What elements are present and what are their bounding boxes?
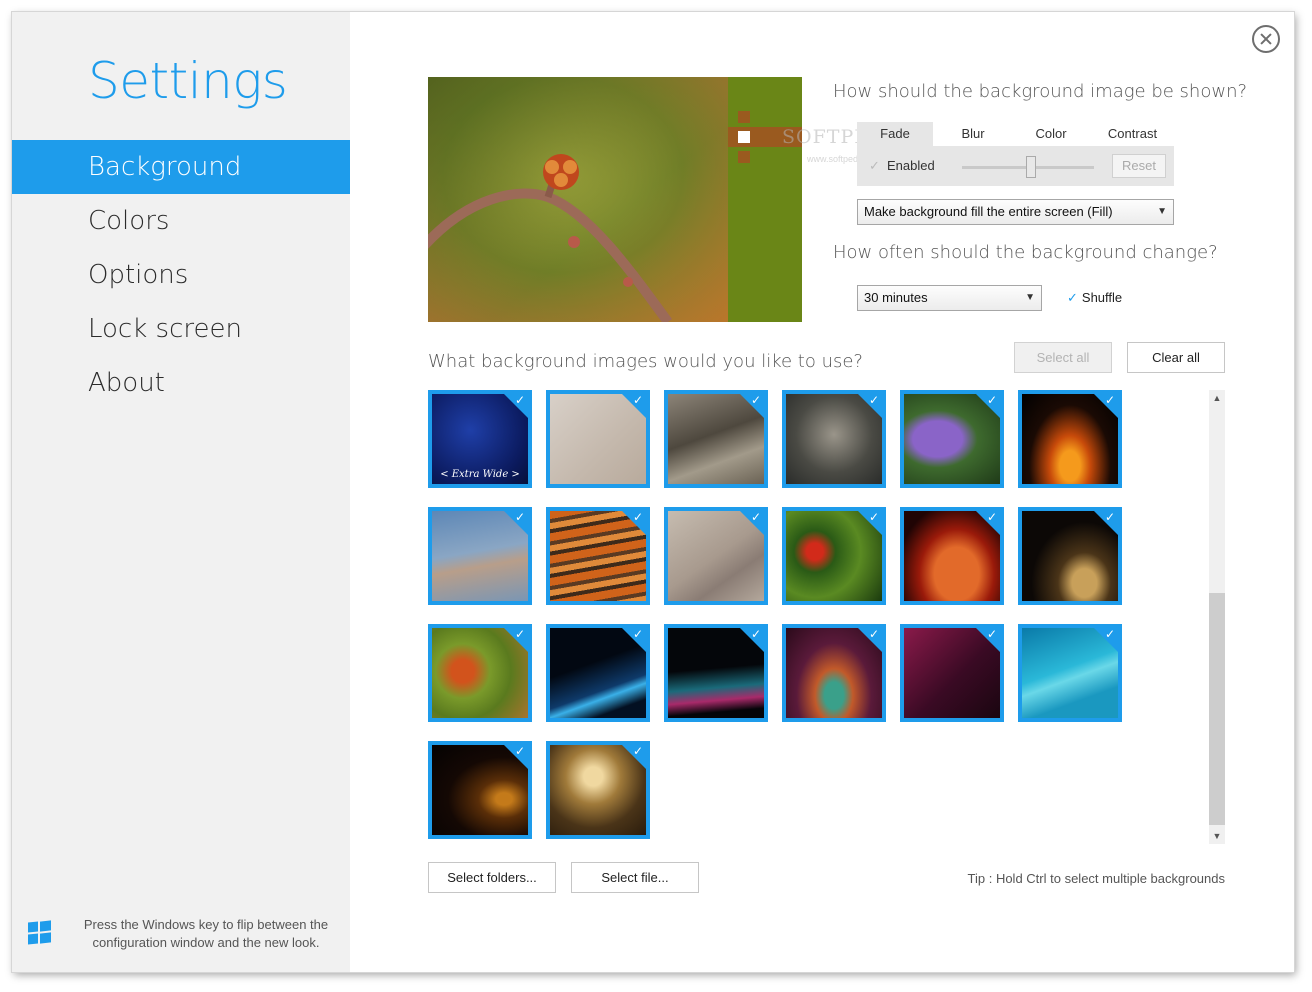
tab-contrast[interactable]: Contrast [1091,122,1174,146]
chevron-down-icon: ▼ [1025,292,1035,303]
settings-window: Settings Background Colors Options Lock … [12,12,1294,972]
fill-mode-value: Make background fill the entire screen (… [864,204,1113,219]
check-icon: ✓ [750,510,761,524]
check-icon: ✓ [986,627,997,641]
check-icon: ✓ [514,393,525,407]
thumbnail[interactable]: ✓ [664,390,768,488]
thumbnail[interactable]: ✓ [664,624,768,722]
check-icon: ✓ [868,627,879,641]
shuffle-label: Shuffle [1081,290,1123,305]
effect-tabs: Fade Blur Color Contrast ✓ Enabled Reset [857,122,1174,186]
select-file-button[interactable]: Select file... [571,862,699,893]
question-how-shown: How should the background image be shown… [833,81,1248,102]
enabled-checkbox[interactable]: ✓ Enabled [869,158,935,174]
enabled-label: Enabled [887,158,935,173]
check-icon: ✓ [1067,290,1078,305]
scroll-up-icon[interactable]: ▲ [1209,390,1225,406]
select-folders-button[interactable]: Select folders... [428,862,556,893]
sidebar-item-about[interactable]: About [12,356,350,410]
thumbnail[interactable]: ✓ [428,507,532,605]
check-icon: ✓ [1104,510,1115,524]
check-icon: ✓ [868,393,879,407]
thumbnail[interactable]: ✓ [546,507,650,605]
thumbnail[interactable]: ✓ [546,390,650,488]
preview-color-panel [728,77,802,322]
thumbnail[interactable]: ✓ [900,624,1004,722]
interval-select[interactable]: 30 minutes ▼ [857,285,1042,311]
check-icon: ✓ [514,627,525,641]
grid-scrollbar[interactable]: ▲ ▼ [1209,390,1225,844]
hint-text: Press the Windows key to flip between th… [83,917,329,950]
check-icon: ✓ [750,393,761,407]
check-icon: ✓ [632,393,643,407]
check-icon: ✓ [986,393,997,407]
thumbnail[interactable]: < Extra Wide > ✓ [428,390,532,488]
tab-color[interactable]: Color [1013,122,1089,146]
thumbnail[interactable]: ✓ [664,507,768,605]
clear-all-button[interactable]: Clear all [1127,342,1225,373]
thumbnail-caption: < Extra Wide > [440,469,520,480]
background-preview [428,77,802,322]
thumbnail[interactable]: ✓ [546,741,650,839]
sidebar-item-lock-screen[interactable]: Lock screen [12,302,350,356]
reset-button[interactable]: Reset [1112,154,1166,178]
thumbnail[interactable]: ✓ [1018,624,1122,722]
thumbnail[interactable]: ✓ [546,624,650,722]
thumbnail[interactable]: ✓ [782,624,886,722]
close-button[interactable] [1252,25,1280,53]
preview-swatch-white [738,131,750,143]
check-icon: ✓ [869,158,880,173]
select-all-button[interactable]: Select all [1014,342,1112,373]
preview-swatch [738,111,750,123]
thumbnail[interactable]: ✓ [782,507,886,605]
thumbnail[interactable]: ✓ [782,390,886,488]
check-icon: ✓ [632,744,643,758]
sidebar-item-options[interactable]: Options [12,248,350,302]
check-icon: ✓ [1104,393,1115,407]
tab-blur[interactable]: Blur [935,122,1011,146]
question-which-images: What background images would you like to… [428,351,863,372]
fill-mode-select[interactable]: Make background fill the entire screen (… [857,199,1174,225]
thumbnail[interactable]: ✓ [1018,390,1122,488]
check-icon: ✓ [750,627,761,641]
sidebar: Settings Background Colors Options Lock … [12,12,350,972]
thumbnail[interactable]: ✓ [428,624,532,722]
preview-photo [428,77,728,322]
sidebar-item-background[interactable]: Background [12,140,350,194]
check-icon: ✓ [1104,627,1115,641]
scroll-down-icon[interactable]: ▼ [1209,828,1225,844]
fade-panel: ✓ Enabled Reset [857,146,1174,186]
sidebar-item-colors[interactable]: Colors [12,194,350,248]
background-thumbnail-grid: < Extra Wide > ✓ ✓ ✓ ✓ ✓ ✓ ✓ ✓ ✓ ✓ ✓ ✓ ✓… [428,390,1148,840]
thumbnail[interactable]: ✓ [428,741,532,839]
windows-key-hint: Press the Windows key to flip between th… [28,916,348,956]
check-icon: ✓ [868,510,879,524]
scroll-thumb[interactable] [1209,593,1225,825]
windows-logo-icon [28,920,51,945]
fade-slider-thumb[interactable] [1026,156,1036,178]
shuffle-checkbox[interactable]: ✓ Shuffle [1067,290,1122,306]
check-icon: ✓ [986,510,997,524]
check-icon: ✓ [514,510,525,524]
thumbnail[interactable]: ✓ [1018,507,1122,605]
sidebar-nav: Background Colors Options Lock screen Ab… [12,140,350,410]
interval-value: 30 minutes [864,290,928,305]
check-icon: ✓ [632,627,643,641]
preview-swatch [738,151,750,163]
thumbnail[interactable]: ✓ [900,507,1004,605]
thumbnail[interactable]: ✓ [900,390,1004,488]
question-how-often: How often should the background change? [833,242,1218,263]
tab-fade[interactable]: Fade [857,122,933,146]
check-icon: ✓ [632,510,643,524]
page-title: Settings [88,52,288,110]
chevron-down-icon: ▼ [1157,206,1167,217]
tip-text: Tip : Hold Ctrl to select multiple backg… [967,871,1225,886]
check-icon: ✓ [514,744,525,758]
